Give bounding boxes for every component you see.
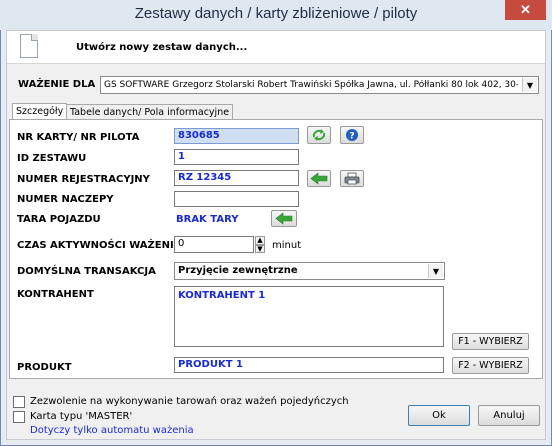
- product-label: PRODUKT: [17, 362, 72, 373]
- set-id-label: ID ZESTAWU: [17, 153, 87, 164]
- help-icon: ?: [346, 129, 358, 142]
- weighing-for-value: GS SOFTWARE Grzegorz Stolarski Robert Tr…: [104, 80, 518, 90]
- refresh-button[interactable]: [307, 126, 331, 144]
- cancel-button[interactable]: Anuluj: [478, 405, 540, 426]
- arrow-left-icon: [310, 172, 328, 185]
- help-button[interactable]: ?: [340, 126, 364, 144]
- weighing-for-label: WAŻENIE DLA: [18, 79, 96, 90]
- window-title: Zestawy danych / karty zbliżeniowe / pil…: [134, 5, 418, 22]
- set-id-input[interactable]: 1: [174, 149, 299, 165]
- activity-unit-label: minut: [272, 240, 302, 251]
- close-button[interactable]: ✕: [505, 0, 546, 20]
- allow-single-weighing-label: Zezwolenie na wykonywanie tarowań oraz w…: [30, 396, 349, 407]
- tare-label: TARA POJAZDU: [17, 214, 101, 225]
- refresh-icon: [312, 129, 326, 141]
- allow-single-weighing-checkbox[interactable]: [13, 396, 25, 408]
- activity-time-input[interactable]: 0: [174, 236, 254, 253]
- automat-note: Dotyczy tylko automatu ważenia: [30, 425, 194, 436]
- chevron-down-icon[interactable]: ▼: [522, 78, 537, 92]
- master-card-checkbox[interactable]: [13, 411, 25, 423]
- arrow-left-icon: [275, 212, 293, 225]
- weighing-for-select[interactable]: GS SOFTWARE Grzegorz Stolarski Robert Tr…: [100, 76, 539, 94]
- default-transaction-value: Przyjęcie zewnętrzne: [178, 265, 298, 276]
- new-document-icon: [20, 34, 38, 58]
- default-transaction-label: DOMYŚLNA TRANSAKCJA: [17, 266, 156, 277]
- tab-details[interactable]: Szczegóły: [12, 103, 68, 120]
- ok-button[interactable]: Ok: [408, 405, 470, 426]
- registration-input[interactable]: RZ 12345: [174, 170, 299, 186]
- card-number-input[interactable]: 830685: [174, 128, 299, 144]
- registration-label: NUMER REJESTRACYJNY: [17, 174, 150, 185]
- print-button[interactable]: [340, 170, 364, 187]
- chevron-down-icon[interactable]: ▼: [428, 264, 443, 278]
- header-text: Utwórz nowy zestaw danych...: [76, 42, 248, 53]
- copy-registration-button[interactable]: [307, 170, 331, 187]
- master-card-label: Karta typu 'MASTER': [30, 411, 133, 422]
- trailer-input[interactable]: [174, 191, 299, 207]
- select-product-button[interactable]: F2 - WYBIERZ: [452, 357, 529, 374]
- spin-up-icon[interactable]: ▲: [255, 236, 265, 245]
- tare-button[interactable]: [271, 210, 297, 227]
- spin-down-icon[interactable]: ▼: [255, 245, 265, 253]
- printer-icon: [344, 172, 360, 185]
- contractor-label: KONTRAHENT: [17, 289, 94, 300]
- default-transaction-select[interactable]: Przyjęcie zewnętrzne ▼: [174, 262, 445, 280]
- select-contractor-button[interactable]: F1 - WYBIERZ: [452, 333, 529, 350]
- activity-time-label: CZAS AKTYWNOŚCI WAŻENIA: [17, 240, 182, 251]
- product-input[interactable]: PRODUKT 1: [174, 357, 444, 373]
- tab-data-tables[interactable]: Tabele danych/ Pola informacyjne: [66, 104, 234, 120]
- card-number-label: NR KARTY/ NR PILOTA: [17, 132, 140, 143]
- tare-value: BRAK TARY: [176, 214, 239, 225]
- svg-text:?: ?: [349, 132, 354, 142]
- contractor-textarea[interactable]: KONTRAHENT 1: [174, 286, 444, 347]
- trailer-label: NUMER NACZEPY: [17, 194, 114, 205]
